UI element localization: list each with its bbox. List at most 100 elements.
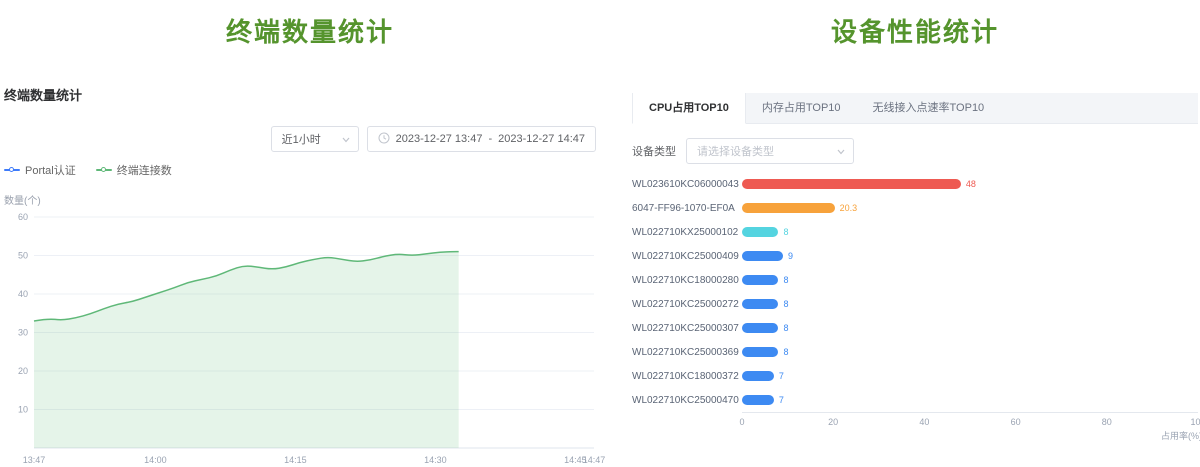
bar-value: 8 bbox=[783, 322, 788, 334]
date-end: 2023-12-27 14:47 bbox=[498, 133, 585, 145]
bar-chart-x-axis: 占用率(%) 0 20 40 60 80 100 bbox=[742, 412, 1198, 443]
bar-value: 7 bbox=[779, 394, 784, 406]
performance-tabs: CPU占用TOP10内存占用TOP10无线接入点速率TOP10 bbox=[632, 93, 1198, 124]
svg-text:14:30: 14:30 bbox=[424, 455, 447, 465]
bar-row: WL022710KC18000372 7 bbox=[632, 364, 1198, 388]
bar bbox=[742, 323, 778, 333]
bar-category-label: WL023610KC06000043 bbox=[632, 179, 742, 190]
chevron-down-icon bbox=[836, 147, 846, 160]
date-start: 2023-12-27 13:47 bbox=[396, 133, 483, 145]
x-axis-tick: 40 bbox=[919, 417, 929, 427]
svg-text:10: 10 bbox=[18, 405, 28, 415]
bar-category-label: WL022710KX25000102 bbox=[632, 227, 742, 238]
bar bbox=[742, 251, 783, 261]
bar-row: WL022710KC25000307 8 bbox=[632, 316, 1198, 340]
svg-text:40: 40 bbox=[18, 289, 28, 299]
svg-text:50: 50 bbox=[18, 251, 28, 261]
bar-track: 48 bbox=[742, 179, 1198, 189]
line-legend: Portal认证 终端连接数 bbox=[4, 162, 616, 178]
bar-category-label: 6047-FF96-1070-EF0A bbox=[632, 203, 742, 214]
svg-text:14:15: 14:15 bbox=[284, 455, 307, 465]
bar-track: 9 bbox=[742, 251, 1198, 261]
legend-item[interactable]: Portal认证 bbox=[4, 162, 76, 178]
bar-track: 8 bbox=[742, 299, 1198, 309]
terminal-count-card: 终端数量统计 近1小时 2023-12-27 13:47 - 2023-12-2… bbox=[4, 85, 616, 467]
bar bbox=[742, 203, 835, 213]
bar-value: 8 bbox=[783, 298, 788, 310]
bar-value: 8 bbox=[783, 274, 788, 286]
terminal-count-section: 终端数量统计 终端数量统计 近1小时 2023-12-27 13:47 - 20… bbox=[4, 0, 616, 467]
x-axis-label: 占用率(%) bbox=[1161, 429, 1200, 442]
device-performance-card: CPU占用TOP10内存占用TOP10无线接入点速率TOP10 设备类型 请选择… bbox=[632, 93, 1198, 443]
tab-2[interactable]: 内存占用TOP10 bbox=[746, 93, 857, 123]
bar-row: WL022710KC25000470 7 bbox=[632, 388, 1198, 412]
svg-text:20: 20 bbox=[18, 366, 28, 376]
terminal-line-chart: 10203040506013:4714:0014:1514:3014:4514:… bbox=[4, 211, 616, 467]
bar bbox=[742, 179, 961, 189]
bar-value: 7 bbox=[779, 370, 784, 382]
bar-row: WL023610KC06000043 48 bbox=[632, 172, 1198, 196]
time-range-value: 近1小时 bbox=[282, 131, 321, 147]
bar-track: 8 bbox=[742, 347, 1198, 357]
svg-text:60: 60 bbox=[18, 212, 28, 222]
bar-row: 6047-FF96-1070-EF0A20.3 bbox=[632, 196, 1198, 220]
bar-value: 8 bbox=[783, 346, 788, 358]
bar bbox=[742, 371, 774, 381]
bar-category-label: WL022710KC25000272 bbox=[632, 299, 742, 310]
legend-item[interactable]: 终端连接数 bbox=[96, 162, 172, 178]
legend-marker-icon bbox=[9, 167, 14, 172]
bar-track: 8 bbox=[742, 323, 1198, 333]
tab-1[interactable]: CPU占用TOP10 bbox=[632, 93, 746, 124]
bar-category-label: WL022710KC25000409 bbox=[632, 251, 742, 262]
device-type-select[interactable]: 请选择设备类型 bbox=[686, 138, 854, 164]
svg-text:14:00: 14:00 bbox=[144, 455, 167, 465]
bar-row: WL022710KC25000369 8 bbox=[632, 340, 1198, 364]
chevron-down-icon bbox=[341, 135, 351, 148]
x-axis-tick: 60 bbox=[1011, 417, 1021, 427]
x-axis-tick: 20 bbox=[828, 417, 838, 427]
device-type-placeholder: 请选择设备类型 bbox=[697, 143, 774, 159]
date-separator: - bbox=[488, 133, 492, 145]
bar bbox=[742, 347, 778, 357]
bar-value: 9 bbox=[788, 250, 793, 262]
device-type-filter: 设备类型 请选择设备类型 bbox=[632, 138, 1198, 164]
tab-3[interactable]: 无线接入点速率TOP10 bbox=[857, 93, 1001, 123]
bar-track: 7 bbox=[742, 395, 1198, 405]
time-range-select[interactable]: 近1小时 bbox=[271, 126, 359, 152]
card-title: 终端数量统计 bbox=[4, 85, 616, 104]
bar-track: 8 bbox=[742, 227, 1198, 237]
bar-row: WL022710KC25000409 9 bbox=[632, 244, 1198, 268]
bar-row: WL022710KX25000102 8 bbox=[632, 220, 1198, 244]
bar-track: 20.3 bbox=[742, 203, 1198, 213]
svg-text:13:47: 13:47 bbox=[23, 455, 46, 465]
legend-marker-icon bbox=[101, 167, 106, 172]
bar-row: WL022710KC18000280 8 bbox=[632, 268, 1198, 292]
x-axis-tick: 100 bbox=[1190, 417, 1200, 427]
bar-value: 48 bbox=[966, 178, 976, 190]
cpu-usage-bar-chart: WL023610KC06000043 48 6047-FF96-1070-EF0A2… bbox=[632, 172, 1198, 412]
bar-category-label: WL022710KC18000280 bbox=[632, 275, 742, 286]
svg-text:14:47: 14:47 bbox=[583, 455, 606, 465]
svg-text:30: 30 bbox=[18, 328, 28, 338]
bar-category-label: WL022710KC25000369 bbox=[632, 347, 742, 358]
bar bbox=[742, 299, 778, 309]
date-range-picker[interactable]: 2023-12-27 13:47 - 2023-12-27 14:47 bbox=[367, 126, 596, 152]
right-section-title: 设备性能统计 bbox=[632, 12, 1198, 49]
bar-track: 8 bbox=[742, 275, 1198, 285]
bar-category-label: WL022710KC25000307 bbox=[632, 323, 742, 334]
left-section-title: 终端数量统计 bbox=[4, 12, 616, 49]
bar bbox=[742, 395, 774, 405]
device-type-label: 设备类型 bbox=[632, 143, 676, 159]
bar-value: 8 bbox=[783, 226, 788, 238]
bar bbox=[742, 275, 778, 285]
bar-track: 7 bbox=[742, 371, 1198, 381]
x-axis-tick: 0 bbox=[739, 417, 744, 427]
y-axis-label: 数量(个) bbox=[4, 192, 616, 207]
bar bbox=[742, 227, 778, 237]
chart-controls: 近1小时 2023-12-27 13:47 - 2023-12-27 14:47 bbox=[4, 126, 616, 152]
bar-category-label: WL022710KC18000372 bbox=[632, 371, 742, 382]
device-performance-section: 设备性能统计 CPU占用TOP10内存占用TOP10无线接入点速率TOP10 设… bbox=[632, 0, 1198, 443]
bar-category-label: WL022710KC25000470 bbox=[632, 395, 742, 406]
x-axis-tick: 80 bbox=[1102, 417, 1112, 427]
clock-icon bbox=[378, 132, 390, 147]
